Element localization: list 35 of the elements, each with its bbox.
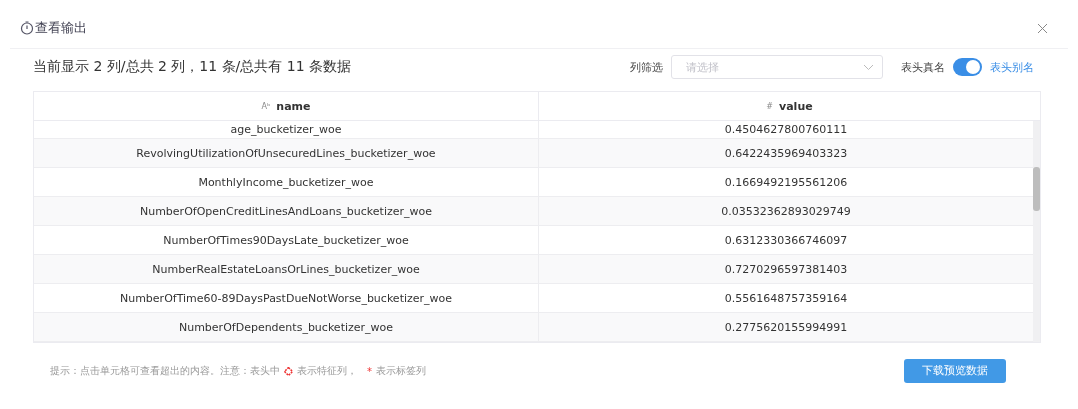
chevron-down-icon bbox=[863, 64, 874, 71]
column-label: name bbox=[276, 99, 311, 113]
filter-label: 列筛选 bbox=[630, 59, 663, 75]
scrollbar-thumb[interactable] bbox=[1033, 167, 1040, 211]
hint-text: 表示特征列， bbox=[297, 364, 357, 378]
table-cell[interactable]: MonthlyIncome_bucketizer_woe bbox=[34, 168, 539, 196]
hint-text: 表示标签列 bbox=[376, 364, 426, 378]
label-mark: * bbox=[367, 365, 372, 377]
table-cell[interactable]: 0.1669492195561206 bbox=[539, 168, 1033, 196]
column-type-mark: Aᵇ bbox=[261, 101, 271, 111]
table-cell[interactable]: 0.4504627800760111 bbox=[539, 121, 1033, 138]
table-cell[interactable]: NumberRealEstateLoansOrLines_bucketizer_woe bbox=[34, 255, 539, 283]
table-cell[interactable]: RevolvingUtilizationOfUnsecuredLines_bucketizer_woe bbox=[34, 139, 539, 167]
table-cell[interactable]: NumberOfTime60-89DaysPastDueNotWorse_bucketizer_woe bbox=[34, 284, 539, 312]
dialog-title: 查看输出 bbox=[35, 19, 87, 37]
table-cell[interactable]: 0.03532362893029749 bbox=[539, 197, 1033, 225]
table-cell[interactable]: 0.2775620155994991 bbox=[539, 313, 1033, 341]
header-toggle[interactable] bbox=[953, 58, 982, 76]
hint-text: 提示：点击单元格可查看超出的内容。注意：表头中 bbox=[50, 364, 280, 378]
timer-icon bbox=[20, 21, 34, 35]
table-cell[interactable]: age_bucketizer_woe bbox=[34, 121, 539, 138]
table-cell[interactable]: 0.5561648757359164 bbox=[539, 284, 1033, 312]
data-summary: 当前显示 2 列/总共 2 列，11 条/总共有 11 条数据 bbox=[33, 58, 352, 76]
table-cell[interactable]: NumberOfOpenCreditLinesAndLoans_bucketizer_woe bbox=[34, 197, 539, 225]
table-cell[interactable]: NumberOfTimes90DaysLate_bucketizer_woe bbox=[34, 226, 539, 254]
table-cell[interactable]: NumberOfDependents_bucketizer_woe bbox=[34, 313, 539, 341]
table-cell[interactable]: 0.7270296597381403 bbox=[539, 255, 1033, 283]
table-cell[interactable]: 0.6422435969403323 bbox=[539, 139, 1033, 167]
alias-label: 表头别名 bbox=[990, 59, 1034, 75]
real-name-label: 表头真名 bbox=[901, 59, 945, 75]
close-button[interactable] bbox=[1037, 22, 1048, 34]
diamond-icon bbox=[284, 366, 293, 376]
column-label: value bbox=[779, 99, 813, 113]
column-type-mark: # bbox=[766, 101, 773, 111]
table-cell[interactable]: 0.6312330366746097 bbox=[539, 226, 1033, 254]
